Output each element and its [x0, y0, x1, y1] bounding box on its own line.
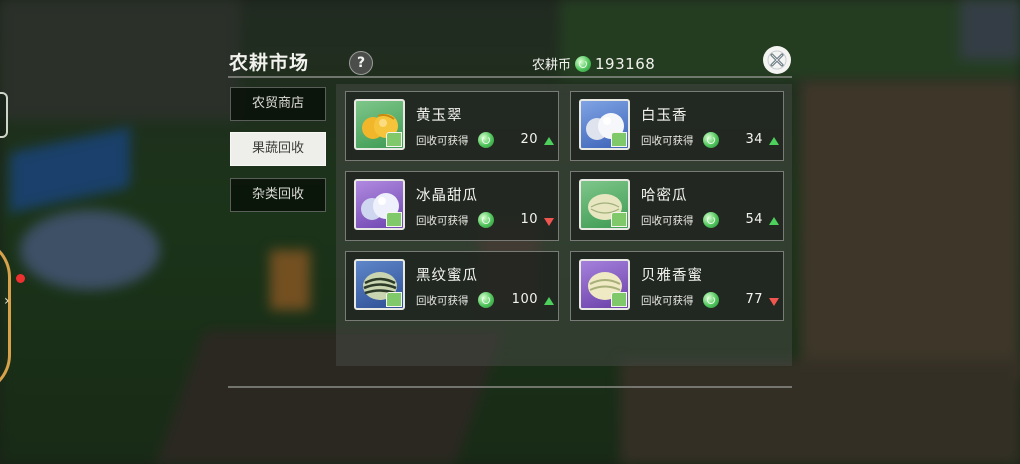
page-title: 农耕市场 — [229, 52, 310, 74]
tag-icon — [611, 292, 627, 307]
item-name: 贝雅香蜜 — [641, 268, 703, 284]
cream-melon-icon — [579, 259, 630, 310]
ice-melon-icon — [354, 179, 405, 230]
tab-label: 果蔬回收 — [251, 141, 304, 156]
side-panel-tab[interactable] — [0, 92, 8, 138]
tab-misc-recycle[interactable]: 杂类回收 — [230, 178, 326, 212]
item-name: 冰晶甜瓜 — [416, 188, 478, 204]
header-divider — [228, 76, 792, 78]
item-card[interactable]: 白玉香回收可获得 34 — [570, 91, 784, 161]
item-name: 黄玉翠 — [416, 108, 463, 124]
reward-label: 回收可获得 — [416, 215, 469, 227]
trend-up-icon — [769, 217, 779, 225]
coin-icon — [478, 292, 494, 308]
currency-display: 农耕币 193168 — [532, 54, 656, 74]
trend-up-icon — [769, 137, 779, 145]
reward-value: 54 — [745, 212, 763, 227]
currency-label: 农耕币 — [532, 58, 572, 73]
trend-up-icon — [544, 297, 554, 305]
item-card[interactable]: 冰晶甜瓜回收可获得 10 — [345, 171, 559, 241]
reward-value: 34 — [745, 132, 763, 147]
tab-farm-shop[interactable]: 农贸商店 — [230, 87, 326, 121]
reward-label: 回收可获得 — [641, 295, 694, 307]
white-melon-icon — [579, 99, 630, 150]
notification-dot — [16, 274, 25, 283]
reward-label: 回收可获得 — [416, 135, 469, 147]
item-card[interactable]: 黄玉翠回收可获得 20 — [345, 91, 559, 161]
coin-icon — [478, 132, 494, 148]
coin-icon — [703, 132, 719, 148]
reward-label: 回收可获得 — [641, 135, 694, 147]
chevron-right-icon[interactable]: › — [4, 293, 10, 309]
coin-icon — [703, 292, 719, 308]
tag-icon — [386, 132, 402, 147]
reward-value: 10 — [520, 212, 538, 227]
trend-down-icon — [769, 298, 779, 306]
close-button[interactable] — [763, 46, 791, 74]
item-name: 白玉香 — [641, 108, 688, 124]
tag-icon — [611, 132, 627, 147]
tag-icon — [386, 292, 402, 307]
trend-down-icon — [544, 218, 554, 226]
tab-label: 农贸商店 — [251, 96, 304, 111]
item-card[interactable]: 黑纹蜜瓜回收可获得 100 — [345, 251, 559, 321]
reward-value: 100 — [511, 292, 538, 307]
coin-icon — [703, 212, 719, 228]
trend-up-icon — [544, 137, 554, 145]
item-name: 哈密瓜 — [641, 188, 688, 204]
coin-icon — [478, 212, 494, 228]
tab-produce-recycle[interactable]: 果蔬回收 — [230, 132, 326, 166]
tag-icon — [611, 212, 627, 227]
yellow-melon-icon — [354, 99, 405, 150]
hami-melon-icon — [579, 179, 630, 230]
close-icon — [767, 50, 787, 70]
item-card[interactable]: 贝雅香蜜回收可获得 77 — [570, 251, 784, 321]
tag-icon — [386, 212, 402, 227]
reward-value: 20 — [520, 132, 538, 147]
item-card[interactable]: 哈密瓜回收可获得 54 — [570, 171, 784, 241]
tab-label: 杂类回收 — [251, 187, 304, 202]
help-button[interactable]: ? — [349, 51, 373, 75]
reward-label: 回收可获得 — [416, 295, 469, 307]
coin-icon — [575, 55, 592, 72]
footer-divider — [228, 386, 792, 388]
reward-value: 77 — [745, 292, 763, 307]
reward-label: 回收可获得 — [641, 215, 694, 227]
item-name: 黑纹蜜瓜 — [416, 268, 478, 284]
currency-amount: 193168 — [595, 54, 656, 73]
striped-melon-icon — [354, 259, 405, 310]
